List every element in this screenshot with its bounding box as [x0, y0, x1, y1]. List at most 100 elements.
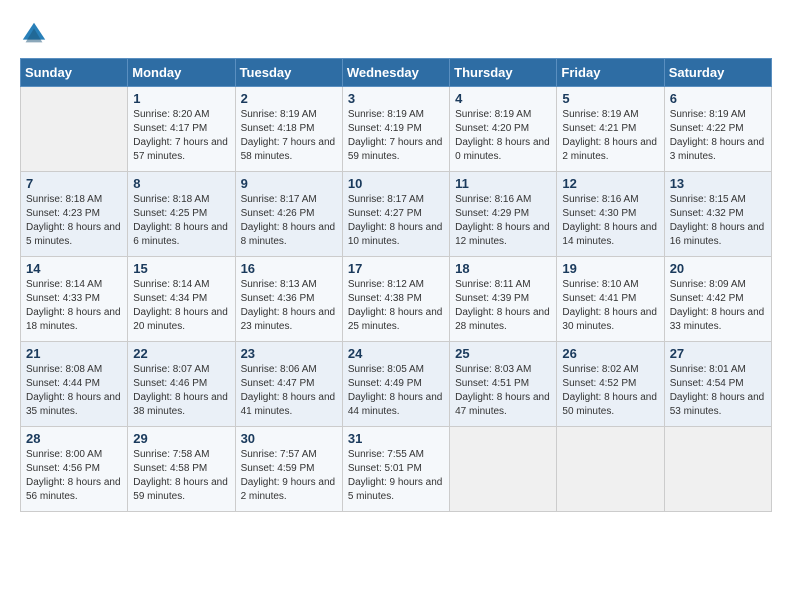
sunrise-label: Sunrise: 8:15 AM: [670, 194, 746, 205]
day-number: 12: [562, 176, 658, 191]
day-info: Sunrise: 8:11 AM Sunset: 4:39 PM Dayligh…: [455, 278, 551, 334]
day-info: Sunrise: 8:00 AM Sunset: 4:56 PM Dayligh…: [26, 448, 122, 504]
day-cell: 16 Sunrise: 8:13 AM Sunset: 4:36 PM Dayl…: [235, 257, 342, 342]
day-number: 31: [348, 431, 444, 446]
day-info: Sunrise: 8:15 AM Sunset: 4:32 PM Dayligh…: [670, 193, 766, 249]
day-cell: 30 Sunrise: 7:57 AM Sunset: 4:59 PM Dayl…: [235, 427, 342, 512]
sunset-label: Sunset: 4:25 PM: [133, 208, 207, 219]
daylight-label: Daylight: 8 hours and 5 minutes.: [26, 222, 121, 247]
day-number: 20: [670, 261, 766, 276]
day-number: 1: [133, 91, 229, 106]
day-cell: 7 Sunrise: 8:18 AM Sunset: 4:23 PM Dayli…: [21, 172, 128, 257]
day-cell: 15 Sunrise: 8:14 AM Sunset: 4:34 PM Dayl…: [128, 257, 235, 342]
sunrise-label: Sunrise: 8:19 AM: [241, 109, 317, 120]
sunset-label: Sunset: 4:23 PM: [26, 208, 100, 219]
sunrise-label: Sunrise: 8:07 AM: [133, 364, 209, 375]
sunset-label: Sunset: 4:29 PM: [455, 208, 529, 219]
day-cell: 26 Sunrise: 8:02 AM Sunset: 4:52 PM Dayl…: [557, 342, 664, 427]
day-cell: 12 Sunrise: 8:16 AM Sunset: 4:30 PM Dayl…: [557, 172, 664, 257]
sunrise-label: Sunrise: 8:19 AM: [348, 109, 424, 120]
sunset-label: Sunset: 4:30 PM: [562, 208, 636, 219]
sunrise-label: Sunrise: 8:02 AM: [562, 364, 638, 375]
day-number: 16: [241, 261, 337, 276]
day-cell: 13 Sunrise: 8:15 AM Sunset: 4:32 PM Dayl…: [664, 172, 771, 257]
day-cell: 25 Sunrise: 8:03 AM Sunset: 4:51 PM Dayl…: [450, 342, 557, 427]
page-header: [20, 20, 772, 48]
day-cell: 10 Sunrise: 8:17 AM Sunset: 4:27 PM Dayl…: [342, 172, 449, 257]
day-number: 27: [670, 346, 766, 361]
sunset-label: Sunset: 4:56 PM: [26, 463, 100, 474]
daylight-label: Daylight: 8 hours and 20 minutes.: [133, 307, 228, 332]
daylight-label: Daylight: 8 hours and 8 minutes.: [241, 222, 336, 247]
day-number: 14: [26, 261, 122, 276]
daylight-label: Daylight: 8 hours and 0 minutes.: [455, 137, 550, 162]
sunset-label: Sunset: 4:38 PM: [348, 293, 422, 304]
daylight-label: Daylight: 8 hours and 47 minutes.: [455, 392, 550, 417]
week-row-5: 28 Sunrise: 8:00 AM Sunset: 4:56 PM Dayl…: [21, 427, 772, 512]
day-info: Sunrise: 8:19 AM Sunset: 4:21 PM Dayligh…: [562, 108, 658, 164]
day-info: Sunrise: 8:18 AM Sunset: 4:23 PM Dayligh…: [26, 193, 122, 249]
sunset-label: Sunset: 4:33 PM: [26, 293, 100, 304]
sunset-label: Sunset: 4:39 PM: [455, 293, 529, 304]
sunrise-label: Sunrise: 8:16 AM: [455, 194, 531, 205]
day-info: Sunrise: 8:14 AM Sunset: 4:34 PM Dayligh…: [133, 278, 229, 334]
sunset-label: Sunset: 4:51 PM: [455, 378, 529, 389]
column-header-sunday: Sunday: [21, 59, 128, 87]
daylight-label: Daylight: 8 hours and 50 minutes.: [562, 392, 657, 417]
day-cell: 18 Sunrise: 8:11 AM Sunset: 4:39 PM Dayl…: [450, 257, 557, 342]
daylight-label: Daylight: 7 hours and 59 minutes.: [348, 137, 443, 162]
daylight-label: Daylight: 8 hours and 35 minutes.: [26, 392, 121, 417]
day-number: 25: [455, 346, 551, 361]
day-number: 4: [455, 91, 551, 106]
sunrise-label: Sunrise: 8:06 AM: [241, 364, 317, 375]
day-cell: 11 Sunrise: 8:16 AM Sunset: 4:29 PM Dayl…: [450, 172, 557, 257]
day-number: 29: [133, 431, 229, 446]
sunrise-label: Sunrise: 8:18 AM: [26, 194, 102, 205]
column-header-tuesday: Tuesday: [235, 59, 342, 87]
sunrise-label: Sunrise: 7:58 AM: [133, 449, 209, 460]
sunrise-label: Sunrise: 8:11 AM: [455, 279, 530, 290]
day-cell: 31 Sunrise: 7:55 AM Sunset: 5:01 PM Dayl…: [342, 427, 449, 512]
day-number: 24: [348, 346, 444, 361]
column-header-thursday: Thursday: [450, 59, 557, 87]
logo: [20, 20, 50, 48]
week-row-1: 1 Sunrise: 8:20 AM Sunset: 4:17 PM Dayli…: [21, 87, 772, 172]
day-info: Sunrise: 7:58 AM Sunset: 4:58 PM Dayligh…: [133, 448, 229, 504]
sunset-label: Sunset: 4:27 PM: [348, 208, 422, 219]
day-number: 21: [26, 346, 122, 361]
daylight-label: Daylight: 8 hours and 16 minutes.: [670, 222, 765, 247]
day-info: Sunrise: 8:14 AM Sunset: 4:33 PM Dayligh…: [26, 278, 122, 334]
day-info: Sunrise: 8:13 AM Sunset: 4:36 PM Dayligh…: [241, 278, 337, 334]
sunset-label: Sunset: 5:01 PM: [348, 463, 422, 474]
sunrise-label: Sunrise: 8:08 AM: [26, 364, 102, 375]
sunrise-label: Sunrise: 7:57 AM: [241, 449, 317, 460]
day-cell: [557, 427, 664, 512]
column-header-wednesday: Wednesday: [342, 59, 449, 87]
day-number: 22: [133, 346, 229, 361]
day-cell: 29 Sunrise: 7:58 AM Sunset: 4:58 PM Dayl…: [128, 427, 235, 512]
day-number: 3: [348, 91, 444, 106]
daylight-label: Daylight: 8 hours and 6 minutes.: [133, 222, 228, 247]
daylight-label: Daylight: 8 hours and 41 minutes.: [241, 392, 336, 417]
sunset-label: Sunset: 4:19 PM: [348, 123, 422, 134]
day-number: 8: [133, 176, 229, 191]
sunrise-label: Sunrise: 8:18 AM: [133, 194, 209, 205]
sunrise-label: Sunrise: 8:03 AM: [455, 364, 531, 375]
sunset-label: Sunset: 4:46 PM: [133, 378, 207, 389]
day-cell: [664, 427, 771, 512]
day-cell: 23 Sunrise: 8:06 AM Sunset: 4:47 PM Dayl…: [235, 342, 342, 427]
sunrise-label: Sunrise: 8:01 AM: [670, 364, 746, 375]
day-info: Sunrise: 8:19 AM Sunset: 4:22 PM Dayligh…: [670, 108, 766, 164]
day-info: Sunrise: 8:12 AM Sunset: 4:38 PM Dayligh…: [348, 278, 444, 334]
sunset-label: Sunset: 4:26 PM: [241, 208, 315, 219]
day-number: 9: [241, 176, 337, 191]
sunrise-label: Sunrise: 8:19 AM: [455, 109, 531, 120]
daylight-label: Daylight: 8 hours and 38 minutes.: [133, 392, 228, 417]
sunset-label: Sunset: 4:44 PM: [26, 378, 100, 389]
sunset-label: Sunset: 4:36 PM: [241, 293, 315, 304]
header-row: SundayMondayTuesdayWednesdayThursdayFrid…: [21, 59, 772, 87]
day-info: Sunrise: 8:03 AM Sunset: 4:51 PM Dayligh…: [455, 363, 551, 419]
daylight-label: Daylight: 8 hours and 3 minutes.: [670, 137, 765, 162]
day-cell: 17 Sunrise: 8:12 AM Sunset: 4:38 PM Dayl…: [342, 257, 449, 342]
day-number: 11: [455, 176, 551, 191]
